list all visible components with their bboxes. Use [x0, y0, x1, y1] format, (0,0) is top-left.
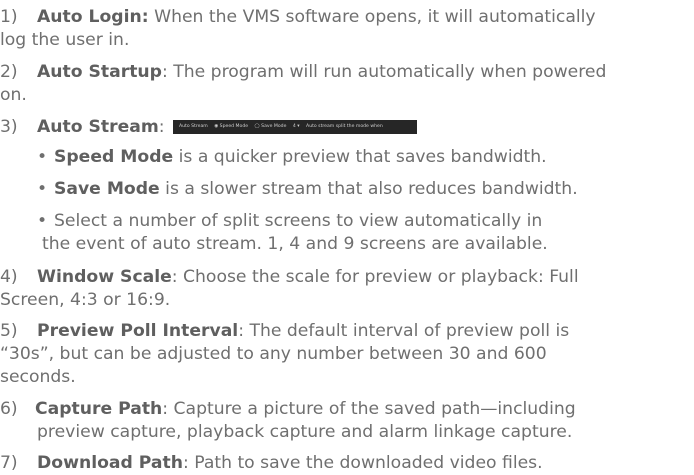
- bullet-text: Select a number of split screens to view…: [54, 211, 543, 231]
- bullet-text: Speed Mode is a quicker preview that sav…: [54, 146, 694, 169]
- bullet-title: Speed Mode: [54, 147, 174, 167]
- item-title: Preview Poll Interval: [37, 321, 239, 341]
- item-number: 7): [0, 453, 18, 473]
- item-number: 1): [0, 7, 18, 27]
- item-description: : Path to save the downloaded video file…: [182, 453, 543, 473]
- bullet-text: Save Mode is a slower stream that also r…: [54, 178, 694, 201]
- stream-option-split: 4 ▾: [292, 124, 300, 129]
- item-continuation: preview capture, playback capture and al…: [37, 422, 573, 442]
- item-text: Auto Startup: The program will run autom…: [37, 61, 694, 84]
- stream-option-label: Auto Stream: [179, 124, 208, 129]
- item-text: Window Scale: Choose the scale for previ…: [37, 266, 694, 289]
- item-continuation: seconds.: [0, 367, 76, 387]
- item-number: 5): [0, 321, 18, 341]
- item-title: Auto Login:: [37, 7, 149, 27]
- item-description: : The default interval of preview poll i…: [238, 321, 570, 341]
- item-text: Preview Poll Interval: The default inter…: [37, 320, 694, 343]
- item-number: 2): [0, 62, 18, 82]
- item-title: Window Scale: [37, 267, 172, 287]
- document-page: 1) Auto Login: When the VMS software ope…: [0, 0, 694, 475]
- item-text: Capture Path: Capture a picture of the s…: [35, 398, 694, 421]
- bullet-description: is a quicker preview that saves bandwidt…: [173, 147, 547, 167]
- item-description: : The program will run automatically whe…: [161, 62, 607, 82]
- item-continuation: log the user in.: [0, 30, 130, 50]
- item-description: : Choose the scale for preview or playba…: [171, 267, 579, 287]
- item-description: :: [158, 117, 165, 137]
- stream-option-note: Auto stream split the mode when: [306, 124, 383, 129]
- stream-option-save: ◯ Save Mode: [254, 124, 287, 129]
- item-title: Capture Path: [35, 399, 163, 419]
- item-description: When the VMS software opens, it will aut…: [148, 7, 596, 27]
- bullet-dot-icon: •: [37, 147, 48, 167]
- item-text: Auto Login: When the VMS software opens,…: [37, 6, 694, 29]
- item-number: 4): [0, 267, 18, 287]
- bullet-continuation: the event of auto stream. 1, 4 and 9 scr…: [42, 234, 548, 254]
- item-number: 6): [0, 399, 18, 419]
- item-title: Auto Stream: [37, 117, 159, 137]
- item-continuation: on.: [0, 85, 27, 105]
- bullet-title: Save Mode: [54, 179, 160, 199]
- item-continuation: “30s”, but can be adjusted to any number…: [0, 344, 547, 364]
- bullet-dot-icon: •: [37, 211, 48, 231]
- item-description: : Capture a picture of the saved path—in…: [162, 399, 576, 419]
- auto-stream-settings-screenshot: Auto Stream ◉ Speed Mode ◯ Save Mode 4 ▾…: [173, 120, 417, 134]
- item-title: Download Path: [37, 453, 183, 473]
- item-number: 3): [0, 117, 18, 137]
- item-title: Auto Startup: [37, 62, 162, 82]
- bullet-dot-icon: •: [37, 179, 48, 199]
- bullet-description: is a slower stream that also reduces ban…: [159, 179, 578, 199]
- item-continuation: Screen, 4:3 or 16:9.: [0, 290, 171, 310]
- item-text: Download Path: Path to save the download…: [37, 452, 694, 475]
- stream-option-speed: ◉ Speed Mode: [214, 124, 249, 129]
